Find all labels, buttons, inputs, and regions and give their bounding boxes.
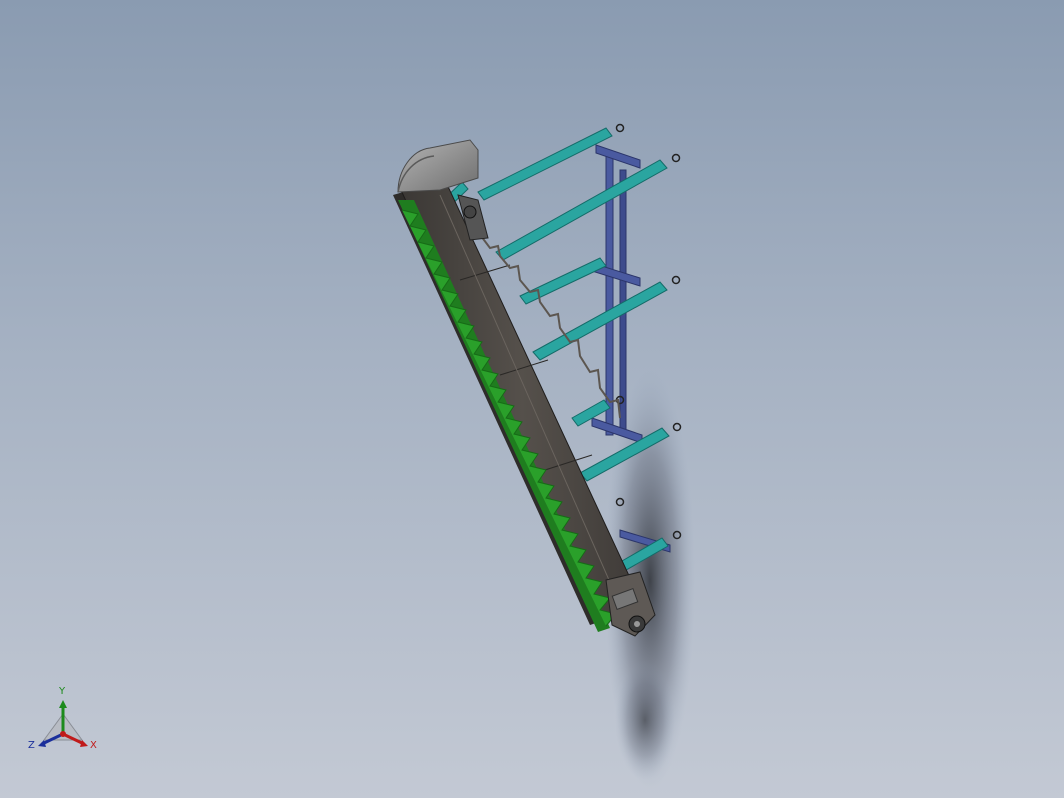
crossbar-3 <box>519 257 607 305</box>
hood-hub <box>463 205 477 219</box>
triad-y-label: Y <box>59 686 66 697</box>
conveyor-model[interactable] <box>0 0 1064 798</box>
model-shadow-lower <box>615 660 675 780</box>
support-beam-top <box>595 144 641 169</box>
fastener-3 <box>671 275 681 285</box>
crossbar-4 <box>532 281 668 361</box>
graphics-viewport[interactable]: Y X Z <box>0 0 1064 798</box>
triad-x-label: X <box>90 740 97 751</box>
frame-center-line <box>439 194 621 606</box>
drive-hub <box>634 621 640 627</box>
triad-z-label: Z <box>28 740 35 751</box>
orientation-triad[interactable]: Y X Z <box>26 684 106 756</box>
fastener-1 <box>615 123 625 133</box>
triad-origin <box>60 731 66 737</box>
fastener-2 <box>671 153 681 163</box>
crossbar-1 <box>477 127 613 201</box>
triad-y-arrow <box>59 700 67 708</box>
hood-shell <box>397 139 479 193</box>
